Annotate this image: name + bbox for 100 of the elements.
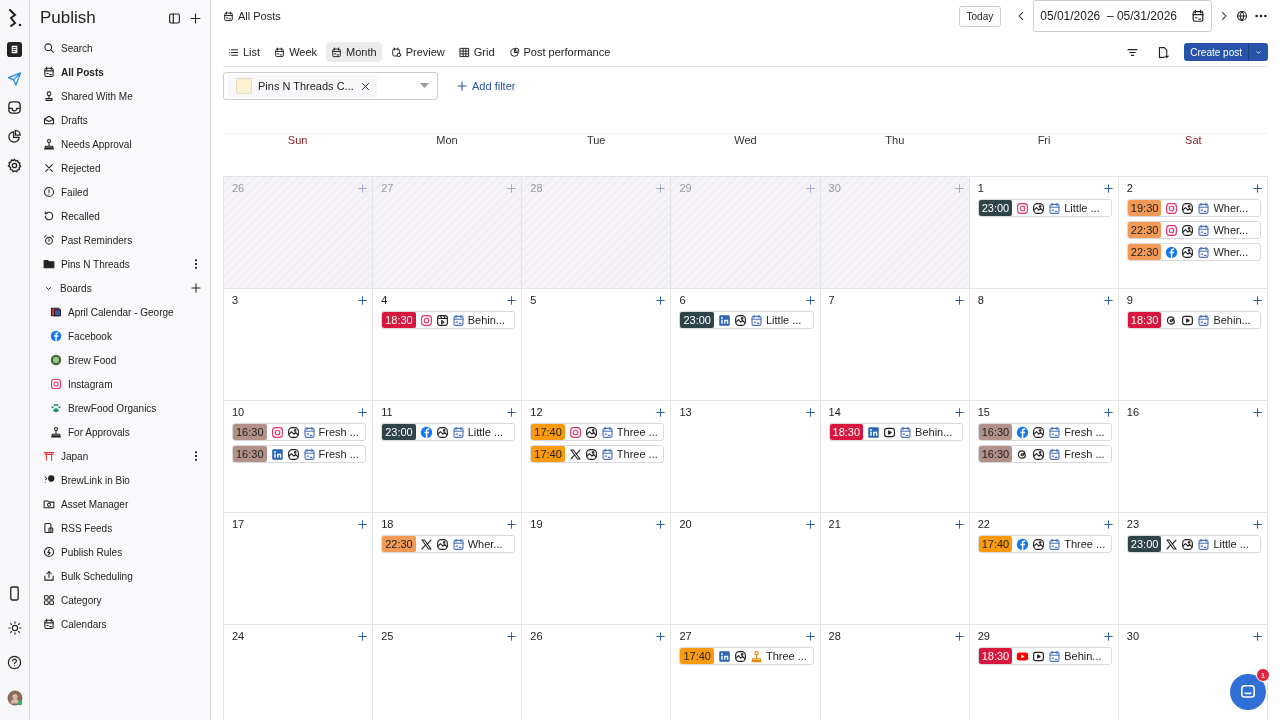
post-chip[interactable]: 16:30 Fresh ... bbox=[232, 445, 367, 463]
day-cell[interactable]: 13 bbox=[671, 401, 821, 513]
add-icon[interactable] bbox=[1252, 406, 1263, 418]
post-chip[interactable]: 23:00 Little ... bbox=[679, 311, 814, 329]
date-range-field[interactable]: 05/01/2026 – 05/31/2026 bbox=[1033, 0, 1212, 32]
day-cell[interactable]: 20 bbox=[671, 513, 821, 625]
sidebar-item[interactable]: Category bbox=[40, 588, 202, 612]
add-icon[interactable] bbox=[655, 518, 667, 530]
add-icon[interactable] bbox=[357, 294, 369, 306]
day-cell[interactable]: 17 bbox=[224, 513, 374, 625]
day-cell[interactable]: 1 23:00 Little ... bbox=[969, 177, 1119, 289]
pie-chart-icon[interactable] bbox=[7, 129, 22, 144]
add-icon[interactable] bbox=[953, 518, 965, 530]
day-cell[interactable]: 9 18:30 Behin... bbox=[1118, 289, 1268, 401]
post-chip[interactable]: 23:00 Little ... bbox=[1126, 535, 1261, 553]
view-tab[interactable]: Month bbox=[326, 42, 382, 62]
avatar[interactable] bbox=[6, 690, 23, 706]
add-icon[interactable] bbox=[1252, 630, 1263, 642]
view-tab[interactable]: Grid bbox=[453, 42, 500, 62]
sidebar-item[interactable]: Drafts bbox=[40, 108, 202, 132]
day-cell[interactable]: 10 16:30 Fresh ... 16:30 Fresh ... bbox=[224, 401, 374, 513]
publish-icon[interactable] bbox=[7, 42, 22, 57]
sidebar-item[interactable]: Boards bbox=[40, 276, 202, 300]
day-cell[interactable]: 5 bbox=[522, 289, 672, 401]
add-icon[interactable] bbox=[357, 518, 369, 530]
post-chip[interactable]: 23:00 Little ... bbox=[381, 423, 516, 441]
sidebar-item[interactable]: Bulk Scheduling bbox=[40, 564, 202, 588]
sidebar-item[interactable]: For Approvals bbox=[40, 420, 202, 444]
day-cell[interactable]: 14 18:30 Behin... bbox=[820, 401, 970, 513]
post-chip[interactable]: 18:30 Behin... bbox=[828, 423, 963, 441]
close-icon[interactable] bbox=[359, 80, 371, 92]
add-icon[interactable] bbox=[506, 630, 518, 642]
day-cell[interactable]: 16 bbox=[1118, 401, 1268, 513]
sidebar-item[interactable]: Publish Rules bbox=[40, 540, 202, 564]
day-cell[interactable]: 8 bbox=[969, 289, 1119, 401]
day-cell[interactable]: 3 bbox=[224, 289, 374, 401]
add-icon[interactable] bbox=[357, 630, 369, 642]
day-cell[interactable]: 2 19:30 Wher... 22:30 Wher... 22:30 Wher... bbox=[1118, 177, 1268, 289]
add-icon[interactable] bbox=[804, 518, 816, 530]
sidebar-item[interactable]: RSS Feeds bbox=[40, 516, 202, 540]
sidebar-item[interactable]: Instagram bbox=[40, 372, 202, 396]
day-cell[interactable]: 6 23:00 Little ... bbox=[671, 289, 821, 401]
view-tab[interactable]: Post performance bbox=[503, 42, 616, 62]
day-cell[interactable]: 23 23:00 Little ... bbox=[1118, 513, 1268, 625]
sidebar-item[interactable]: Past Reminders bbox=[40, 228, 202, 252]
add-icon[interactable] bbox=[804, 406, 816, 418]
day-cell[interactable]: 12 17:40 Three ... 17:40 Three ... bbox=[522, 401, 672, 513]
day-cell[interactable]: 22 17:40 Three ... bbox=[969, 513, 1119, 625]
day-cell[interactable]: 29 18:30 Behin... bbox=[969, 625, 1119, 720]
add-icon[interactable] bbox=[506, 294, 518, 306]
post-chip[interactable]: 17:40 Three ... bbox=[530, 423, 665, 441]
day-cell[interactable]: 11 23:00 Little ... bbox=[373, 401, 523, 513]
chat-button[interactable] bbox=[1230, 674, 1266, 710]
add-icon[interactable] bbox=[357, 406, 369, 418]
mobile-icon[interactable] bbox=[8, 586, 21, 601]
post-chip[interactable]: 19:30 Wher... bbox=[1126, 199, 1261, 217]
day-cell[interactable]: 4 18:30 Behin... bbox=[373, 289, 523, 401]
sun-icon[interactable] bbox=[7, 621, 22, 635]
add-icon[interactable] bbox=[655, 406, 667, 418]
view-tab[interactable]: List bbox=[223, 42, 266, 62]
add-icon[interactable] bbox=[655, 630, 667, 642]
day-cell[interactable]: 28 bbox=[820, 625, 970, 720]
sidebar-item[interactable]: Facebook bbox=[40, 324, 202, 348]
add-filter-button[interactable]: Add filter bbox=[456, 80, 516, 92]
sidebar-item[interactable]: BrewLink in Bio bbox=[40, 468, 202, 492]
add-icon[interactable] bbox=[1102, 182, 1114, 194]
post-chip[interactable]: 23:00 Little ... bbox=[977, 199, 1112, 217]
settings-icon[interactable] bbox=[7, 158, 22, 173]
day-cell[interactable]: 25 bbox=[373, 625, 523, 720]
sidebar-item[interactable]: Pins N Threads bbox=[40, 252, 202, 276]
sidebar-item[interactable]: Asset Manager bbox=[40, 492, 202, 516]
add-icon[interactable] bbox=[506, 518, 518, 530]
add-icon[interactable] bbox=[1102, 518, 1114, 530]
day-cell[interactable]: 7 bbox=[820, 289, 970, 401]
sidebar-item[interactable]: Rejected bbox=[40, 156, 202, 180]
add-icon[interactable] bbox=[953, 294, 965, 306]
day-cell[interactable]: 19 bbox=[522, 513, 672, 625]
create-post-button[interactable]: Create post bbox=[1184, 43, 1268, 61]
post-chip[interactable]: 22:30 Wher... bbox=[1126, 243, 1261, 261]
filter-select[interactable]: Pins N Threads C... bbox=[223, 72, 438, 100]
view-tab[interactable]: Week bbox=[269, 42, 323, 62]
add-icon[interactable] bbox=[953, 630, 965, 642]
add-icon[interactable] bbox=[1102, 406, 1114, 418]
day-cell[interactable]: 24 bbox=[224, 625, 374, 720]
post-chip[interactable]: 17:40 Three ... bbox=[679, 647, 814, 665]
post-chip[interactable]: 16:30 Fresh ... bbox=[977, 445, 1112, 463]
inbox-icon[interactable] bbox=[7, 100, 22, 115]
post-chip[interactable]: 18:30 Behin... bbox=[1126, 311, 1261, 329]
sidebar-item[interactable]: Calendars bbox=[40, 612, 202, 636]
sidebar-item[interactable]: Needs Approval bbox=[40, 132, 202, 156]
sidebar-item[interactable]: All Posts bbox=[40, 60, 202, 84]
add-icon[interactable] bbox=[953, 406, 965, 418]
help-icon[interactable] bbox=[7, 655, 22, 670]
add-icon[interactable] bbox=[1252, 518, 1263, 530]
add-icon[interactable] bbox=[1252, 182, 1263, 194]
post-chip[interactable]: 18:30 Behin... bbox=[977, 647, 1112, 665]
post-chip[interactable]: 16:30 Fresh ... bbox=[232, 423, 367, 441]
post-chip[interactable]: 17:40 Three ... bbox=[530, 445, 665, 463]
filter-chip[interactable]: Pins N Threads C... bbox=[228, 75, 377, 97]
add-icon[interactable] bbox=[804, 630, 816, 642]
